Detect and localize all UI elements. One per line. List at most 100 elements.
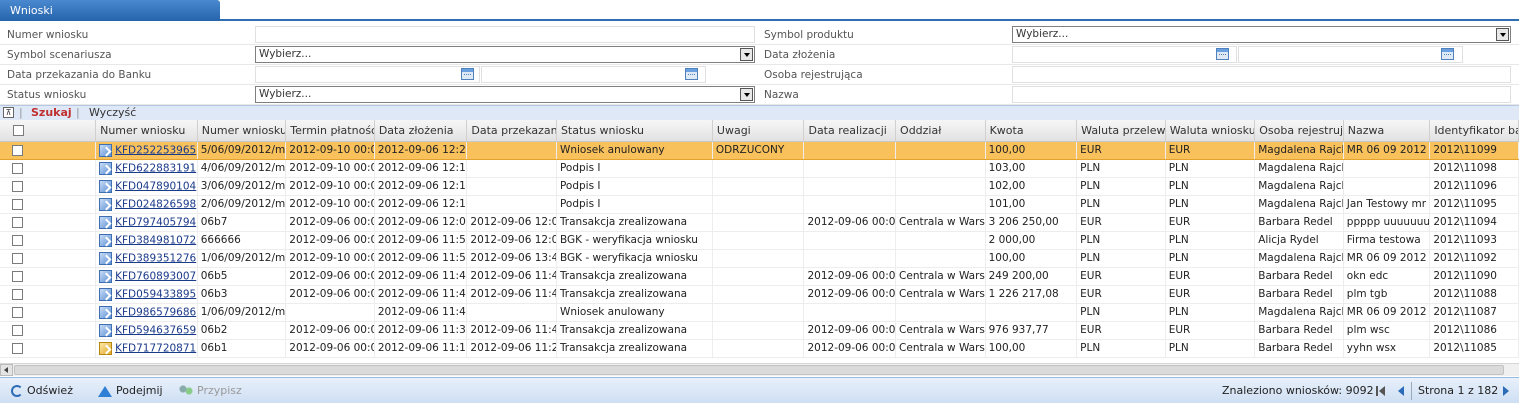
column-header[interactable]: Waluta przelewu (1076, 120, 1166, 142)
scroll-left-icon[interactable] (0, 364, 13, 376)
chevron-down-icon[interactable] (1496, 28, 1509, 41)
cell-nazwa: MR 06 09 2012 (1343, 303, 1431, 322)
column-header[interactable]: Numer wniosku (197, 120, 287, 142)
cell-waluta_p: PLN (1076, 195, 1166, 214)
row-select-cell (0, 159, 97, 178)
horizontal-scrollbar[interactable] (0, 363, 1519, 376)
numer-wniosku-input[interactable] (255, 26, 755, 43)
clear-button[interactable]: Wyczyść (89, 106, 136, 119)
table-row[interactable]: KFD986579686 1/06/09/2012/mr 2012-09-06 11… (0, 303, 1519, 322)
request-icon (99, 161, 113, 175)
refresh-button[interactable]: Odśwież (11, 384, 73, 397)
calendar-icon[interactable] (1441, 48, 1454, 60)
next-page-icon[interactable] (1503, 386, 1509, 396)
column-header[interactable]: Uwagi (712, 120, 805, 142)
cell-ident: 2012\11087 (1429, 303, 1519, 322)
filter-row: Data przekazania do Banku Osoba rejestru… (0, 65, 1519, 85)
table-row[interactable]: KFD024826598 2/06/09/2012/mr 2012-09-10 00… (0, 195, 1519, 214)
request-id-link[interactable]: KFD389351276 (115, 252, 196, 264)
request-id-link[interactable]: KFD986579686 (115, 306, 196, 318)
osoba-rejestrujaca-input[interactable] (1012, 66, 1511, 83)
table-row[interactable]: KFD3849810726666662012-09-06 00:002012-0… (0, 231, 1519, 250)
data-zlozenia-from-input[interactable] (1012, 46, 1237, 63)
column-header[interactable]: Nazwa (1343, 120, 1431, 142)
search-button[interactable]: Szukaj (31, 106, 72, 119)
table-row[interactable]: KFD252253965 5/06/09/2012/mr 2012-09-10 00… (0, 141, 1519, 160)
column-header[interactable]: Data realizacji (803, 120, 897, 142)
column-header[interactable]: Numer wniosku (95, 120, 198, 142)
row-checkbox[interactable] (12, 180, 23, 192)
request-id-link[interactable]: KFD760893007 (115, 270, 196, 282)
request-id-link[interactable]: KFD717720871 (115, 342, 196, 354)
cell-waluta_w: EUR (1165, 285, 1256, 304)
symbol-produktu-select[interactable]: Wybierz... (1012, 26, 1511, 43)
symbol-scenariusza-value: Wybierz... (259, 48, 312, 60)
cell-oddzial (895, 177, 986, 196)
results-count: Znaleziono wniosków: 9092 (1222, 384, 1374, 397)
table-row[interactable]: KFD047890104 3/06/09/2012/mr 2012-09-10 00… (0, 177, 1519, 196)
users-icon (179, 385, 193, 397)
pickup-button[interactable]: Podejmij (98, 384, 163, 397)
column-header[interactable]: Data złożenia (374, 120, 468, 142)
requests-table: Numer wniosku Numer wniosku Termin płatn… (0, 120, 1519, 358)
request-id-link[interactable]: KFD024826598 (115, 198, 196, 210)
request-id-link[interactable]: KFD047890104 (115, 180, 196, 192)
cell-num: 666666 (197, 231, 287, 250)
row-checkbox[interactable] (12, 288, 23, 300)
request-id-link[interactable]: KFD622883191 (115, 162, 196, 174)
table-row[interactable]: KFD622883191 4/06/09/2012/mr 2012-09-10 00… (0, 159, 1519, 178)
request-id-link[interactable]: KFD252253965 (115, 144, 196, 156)
tab-wnioski[interactable]: Wnioski (0, 0, 220, 21)
select-all-checkbox[interactable] (13, 125, 24, 137)
table-row[interactable]: KFD05943389506b32012-09-06 00:002012-09-… (0, 285, 1519, 304)
data-przekazania-from-input[interactable] (255, 66, 480, 83)
column-header[interactable]: Osoba rejestrująca (1254, 120, 1344, 142)
data-zlozenia-to-input[interactable] (1238, 46, 1463, 63)
calendar-icon[interactable] (685, 68, 698, 80)
row-checkbox[interactable] (12, 342, 23, 354)
symbol-scenariusza-select[interactable]: Wybierz... (255, 46, 755, 63)
row-checkbox[interactable] (12, 162, 23, 174)
row-checkbox[interactable] (12, 270, 23, 282)
cell-termin: 2012-09-06 00:00 (285, 267, 375, 286)
assign-button[interactable]: Przypisz (179, 384, 242, 397)
chevron-down-icon[interactable] (740, 48, 753, 61)
previous-page-icon[interactable] (1398, 386, 1404, 396)
row-checkbox[interactable] (12, 252, 23, 264)
column-header[interactable]: Kwota (985, 120, 1078, 142)
request-id-link[interactable]: KFD594637659 (115, 324, 196, 336)
row-checkbox[interactable] (12, 324, 23, 336)
column-header[interactable]: Identyfikator ban (1429, 120, 1519, 142)
table-row[interactable]: KFD79740579406b72012-09-06 00:002012-09-… (0, 213, 1519, 232)
table-row[interactable]: KFD59463765906b22012-09-06 00:002012-09-… (0, 321, 1519, 340)
request-id-link[interactable]: KFD059433895 (115, 288, 196, 300)
column-header[interactable]: Data przekazani (466, 120, 557, 142)
nazwa-input[interactable] (1012, 86, 1511, 103)
table-row[interactable]: KFD76089300706b52012-09-06 00:002012-09-… (0, 267, 1519, 286)
row-checkbox[interactable] (12, 216, 23, 228)
row-checkbox[interactable] (12, 234, 23, 246)
request-id-link[interactable]: KFD797405794 (115, 216, 196, 228)
row-checkbox[interactable] (12, 198, 23, 210)
column-header[interactable]: Termin płatności (285, 120, 375, 142)
first-page-icon[interactable] (1376, 386, 1386, 396)
calendar-icon[interactable] (1216, 48, 1229, 60)
cell-status: Transakcja zrealizowana (556, 321, 713, 340)
column-header[interactable]: Waluta wniosku (1165, 120, 1256, 142)
cell-ident: 2012\11093 (1429, 231, 1519, 250)
row-select-cell (0, 177, 97, 196)
collapse-icon[interactable]: ⊼ (3, 107, 14, 118)
scrollbar-thumb[interactable] (14, 365, 1504, 375)
status-wniosku-select[interactable]: Wybierz... (255, 86, 755, 103)
table-row[interactable]: KFD389351276 1/06/09/2012/mr 2012-09-10 00… (0, 249, 1519, 268)
column-header[interactable]: Oddział (895, 120, 986, 142)
chevron-down-icon[interactable] (740, 88, 753, 101)
data-przekazania-to-input[interactable] (481, 66, 706, 83)
request-id-link[interactable]: KFD384981072 (115, 234, 196, 246)
request-id-cell: KFD059433895 (95, 285, 198, 304)
column-header[interactable]: Status wniosku (556, 120, 713, 142)
calendar-icon[interactable] (461, 68, 474, 80)
row-checkbox[interactable] (12, 144, 23, 156)
row-checkbox[interactable] (12, 306, 23, 318)
table-row[interactable]: KFD71772087106b12012-09-06 00:002012-09-… (0, 339, 1519, 358)
